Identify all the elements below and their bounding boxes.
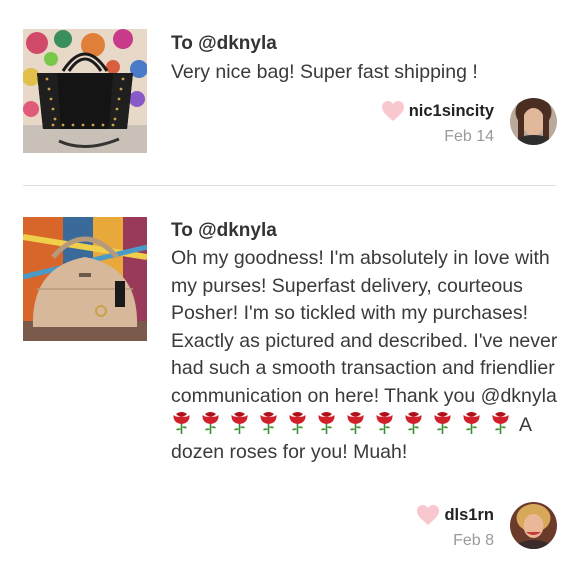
rose-emoji-icon xyxy=(231,411,248,434)
black-handbag-image xyxy=(23,29,147,153)
rose-emoji-icon xyxy=(202,411,219,434)
review-text-main: Oh my goodness! I'm absolutely in love w… xyxy=(171,247,558,407)
rose-emoji-icon xyxy=(376,411,393,434)
review-card: To @dknyla Oh my goodness! I'm absolutel… xyxy=(0,200,580,580)
avatar-image xyxy=(510,98,557,145)
review-meta: dls1rn Feb 8 xyxy=(416,503,494,550)
beige-handbag-image xyxy=(23,217,147,341)
heart-icon xyxy=(381,101,404,121)
review-meta: nic1sincity Feb 14 xyxy=(381,99,494,146)
review-divider xyxy=(23,185,556,186)
review-text: Oh my goodness! I'm absolutely in love w… xyxy=(171,245,563,467)
heart-icon xyxy=(417,505,440,525)
review-date: Feb 14 xyxy=(444,128,494,145)
rose-emoji-icon xyxy=(347,411,364,434)
listing-thumbnail[interactable] xyxy=(23,29,147,153)
review-date: Feb 8 xyxy=(453,532,494,549)
reviewer-avatar[interactable] xyxy=(510,98,557,145)
review-recipient[interactable]: To @dknyla xyxy=(171,33,277,55)
avatar-image xyxy=(510,502,557,549)
rose-emoji-icon xyxy=(434,411,451,434)
listing-thumbnail[interactable] xyxy=(23,217,147,341)
rose-emoji-icon xyxy=(318,411,335,434)
reviewer-username[interactable]: dls1rn xyxy=(444,506,494,525)
review-recipient[interactable]: To @dknyla xyxy=(171,220,277,242)
rose-emoji-icon xyxy=(463,411,480,434)
reviewer-avatar[interactable] xyxy=(510,502,557,549)
review-text: Very nice bag! Super fast shipping ! xyxy=(171,61,478,83)
rose-emoji-icon xyxy=(173,411,190,434)
rose-emoji-icon xyxy=(260,411,277,434)
review-card: To @dknyla Very nice bag! Super fast shi… xyxy=(0,0,580,180)
rose-emoji-icon xyxy=(492,411,509,434)
rose-emoji-icon xyxy=(289,411,306,434)
reviewer-username[interactable]: nic1sincity xyxy=(409,102,494,121)
rose-emoji-icon xyxy=(405,411,422,434)
rose-emojis xyxy=(171,411,519,436)
